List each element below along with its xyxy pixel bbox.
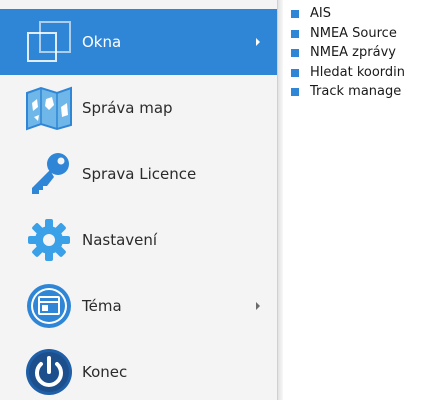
key-icon xyxy=(32,153,69,194)
bullet-icon xyxy=(291,29,299,38)
main-menu: Okna Správa map Sprava Licence Nastavení… xyxy=(0,0,277,400)
submenu-item-nmea-source[interactable]: NMEA Source xyxy=(284,24,440,44)
bullet-icon xyxy=(291,49,299,57)
menu-item-label: Okna xyxy=(82,33,122,51)
submenu-item-label: AIS xyxy=(310,6,331,21)
menu-item-label: Správa map xyxy=(82,99,173,117)
submenu-item-track-manager[interactable]: Track manage xyxy=(284,82,440,102)
menu-item-label: Konec xyxy=(82,363,128,381)
menu-item-nastaveni[interactable]: Nastavení xyxy=(0,207,277,273)
chevron-right-icon xyxy=(256,38,260,46)
menu-item-sprava-map[interactable]: Správa map xyxy=(0,75,277,141)
menu-item-okna[interactable]: Okna xyxy=(0,9,277,75)
menu-item-label: Sprava Licence xyxy=(82,165,197,183)
submenu-item-ais[interactable]: AIS xyxy=(284,4,440,24)
menu-item-sprava-licence[interactable]: Sprava Licence xyxy=(0,141,277,207)
menu-item-konec[interactable]: Konec xyxy=(0,339,277,400)
map-icon xyxy=(26,86,72,131)
submenu-okna: AIS NMEA Source NMEA zprávy Hledat koord… xyxy=(284,4,440,102)
menu-item-tema[interactable]: Téma xyxy=(0,273,277,339)
submenu-item-label: NMEA Source xyxy=(310,25,397,41)
power-icon xyxy=(26,349,72,395)
submenu-item-label: NMEA zprávy xyxy=(310,45,396,60)
submenu-item-hledat-koordinaty[interactable]: Hledat koordin xyxy=(284,63,440,83)
windows-icon xyxy=(27,21,71,62)
chevron-right-icon xyxy=(256,302,260,310)
submenu-item-nmea-zpravy[interactable]: NMEA zprávy xyxy=(284,43,440,63)
menu-item-label: Nastavení xyxy=(82,231,158,249)
submenu-item-label: Hledat koordin xyxy=(310,64,406,80)
submenu-item-label: Track manage xyxy=(310,84,402,99)
menu-divider xyxy=(277,0,283,400)
gear-icon xyxy=(28,219,70,261)
bullet-icon xyxy=(291,68,299,77)
bullet-icon xyxy=(291,10,299,18)
theme-icon xyxy=(27,284,71,328)
menu-item-label: Téma xyxy=(82,297,122,315)
bullet-icon xyxy=(291,88,299,96)
